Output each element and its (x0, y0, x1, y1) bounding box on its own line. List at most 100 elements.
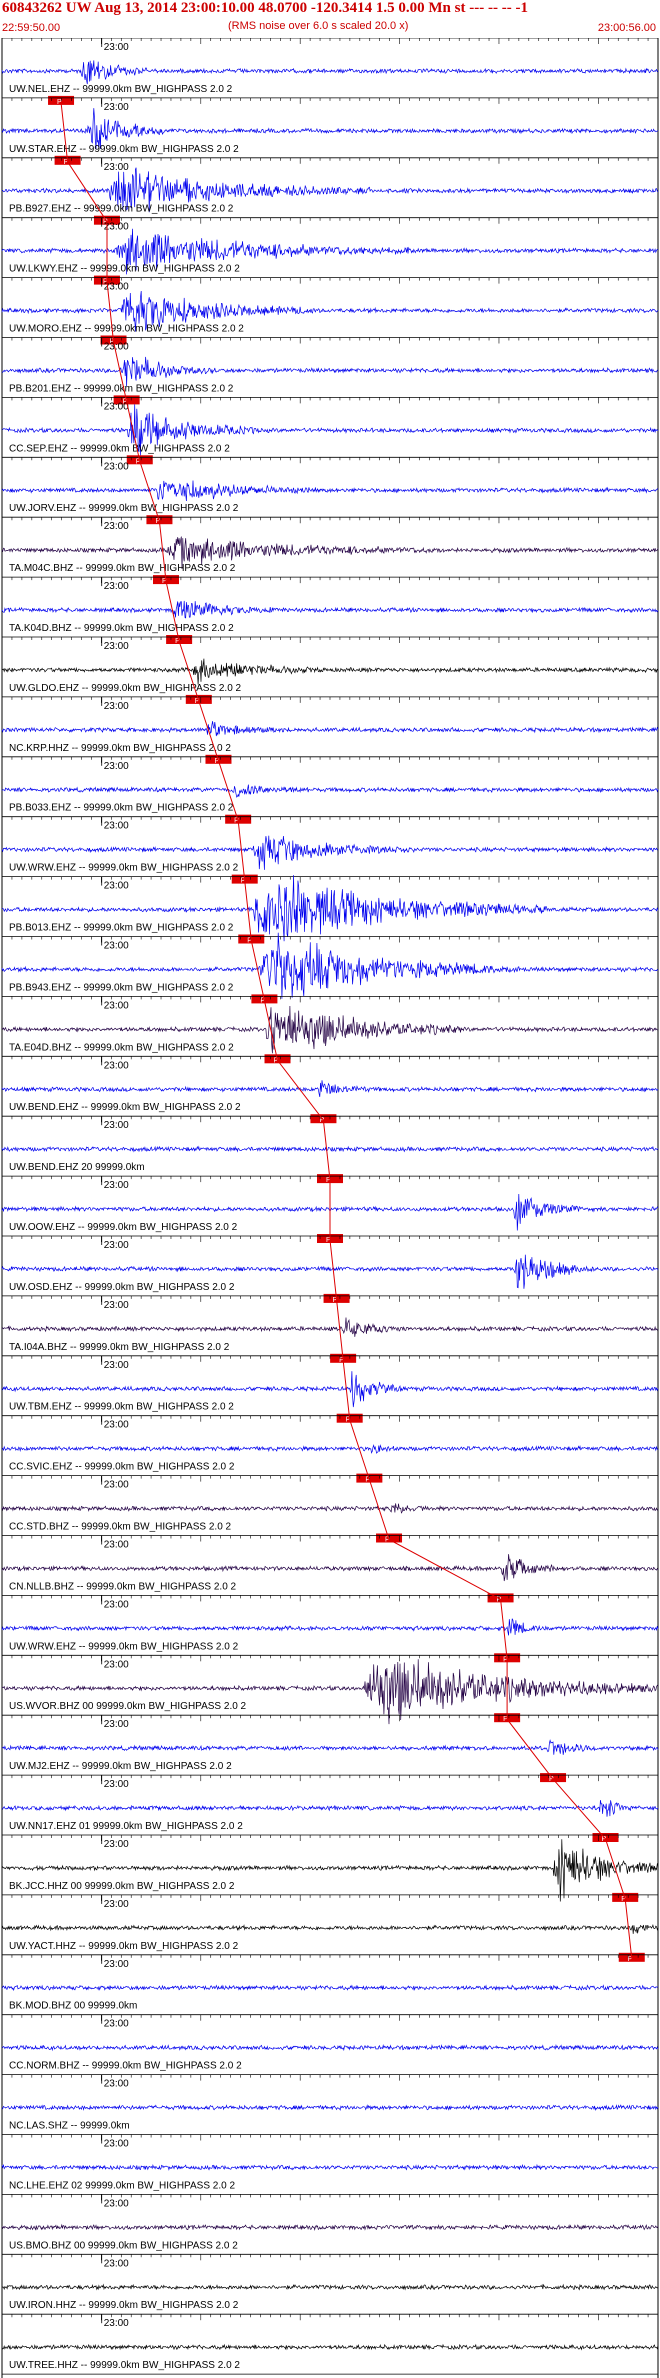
station-label: UW.YACT.HHZ -- 99999.0km BW_HIGHPASS 2.0… (9, 1941, 239, 1952)
start-time: 22:59:50.00 (2, 22, 61, 34)
waveform-trace (1, 2104, 659, 2111)
minute-label: 23:00 (104, 2019, 129, 2030)
station-label: BK.JCC.HHZ 00 99999.0km BW_HIGHPASS 2.0 … (9, 1881, 235, 1892)
minute-label: 23:00 (104, 461, 129, 472)
minute-label: 23:00 (104, 1540, 129, 1551)
minute-label: 23:00 (104, 1839, 129, 1850)
waveform-trace (1, 480, 659, 502)
station-label: NC.KRP.HHZ -- 99999.0km BW_HIGHPASS 2.0 … (9, 743, 231, 754)
minute-label: 23:00 (104, 1480, 129, 1491)
minute-label: 23:00 (104, 1000, 129, 1011)
station-label: UW.MJ2.EHZ -- 99999.0km BW_HIGHPASS 2.0 … (9, 1761, 232, 1772)
station-label: US.BMO.BHZ 00 99999.0km BW_HIGHPASS 2.0 … (9, 2240, 238, 2251)
station-label: PB.B013.EHZ -- 99999.0km BW_HIGHPASS 2.0… (9, 923, 234, 934)
minute-label: 23:00 (104, 1240, 129, 1251)
minute-label: 23:00 (104, 1300, 129, 1311)
station-label: CC.NORM.BHZ -- 99999.0km BW_HIGHPASS 2.0… (9, 2061, 242, 2072)
minute-label: 23:00 (104, 941, 129, 952)
waveform-trace (1, 1800, 659, 1817)
station-label: CN.NLLB.BHZ -- 99999.0km BW_HIGHPASS 2.0… (9, 1581, 237, 1592)
minute-label: 23:00 (104, 1599, 129, 1610)
minute-label: 23:00 (104, 881, 129, 892)
station-label: UW.LKWY.EHZ -- 99999.0km BW_HIGHPASS 2.0… (9, 264, 240, 275)
minute-label: 23:00 (104, 2318, 129, 2329)
waveform-trace (1, 721, 659, 737)
station-label: TA.M04C.BHZ -- 99999.0km BW_HIGHPASS 2.0… (9, 563, 236, 574)
minute-label: 23:00 (104, 521, 129, 532)
minute-label: 23:00 (104, 1719, 129, 1730)
minute-label: 23:00 (104, 222, 129, 233)
minute-label: 23:00 (104, 2198, 129, 2209)
waveform-trace (1, 784, 659, 798)
station-label: UW.IRON.HHZ -- 99999.0km BW_HIGHPASS 2.0… (9, 2300, 239, 2311)
station-label: UW.MORO.EHZ -- 99999.0km BW_HIGHPASS 2.0… (9, 324, 244, 335)
minute-label: 23:00 (104, 2079, 129, 2090)
waveform-trace (1, 1659, 659, 1725)
minute-label: 23:00 (104, 1779, 129, 1790)
station-label: UW.NN17.EHZ 01 99999.0km BW_HIGHPASS 2.0… (9, 1821, 243, 1832)
station-label: PB.B201.EHZ -- 99999.0km BW_HIGHPASS 2.0… (9, 383, 234, 394)
station-label: UW.NEL.EHZ -- 99999.0km BW_HIGHPASS 2.0 … (9, 84, 233, 95)
minute-label: 23:00 (104, 1959, 129, 1970)
waveform-trace (1, 1444, 659, 1454)
station-label: UW.WRW.EHZ -- 99999.0km BW_HIGHPASS 2.0 … (9, 863, 239, 874)
minute-label: 23:00 (104, 342, 129, 353)
waveform-trace (1, 600, 659, 619)
station-label: US.WVOR.BHZ 00 99999.0km BW_HIGHPASS 2.0… (9, 1701, 247, 1712)
minute-label: 23:00 (104, 1360, 129, 1371)
minute-label: 23:00 (104, 761, 129, 772)
station-label: TA.I04A.BHZ -- 99999.0km BW_HIGHPASS 2.0… (9, 1342, 230, 1353)
station-label: TA.E04D.BHZ -- 99999.0km BW_HIGHPASS 2.0… (9, 1042, 234, 1053)
minute-label: 23:00 (104, 641, 129, 652)
station-label: UW.GLDO.EHZ -- 99999.0km BW_HIGHPASS 2.0… (9, 683, 242, 694)
station-label: PB.B033.EHZ -- 99999.0km BW_HIGHPASS 2.0… (9, 803, 234, 814)
waveform-trace (1, 2163, 659, 2171)
station-label: PB.B927.EHZ -- 99999.0km BW_HIGHPASS 2.0… (9, 204, 234, 215)
waveform-trace (1, 2044, 659, 2052)
waveform-trace (1, 1145, 659, 1153)
station-label: UW.JORV.EHZ -- 99999.0km BW_HIGHPASS 2.0… (9, 503, 239, 514)
minute-label: 23:00 (104, 1420, 129, 1431)
station-label: UW.OSD.EHZ -- 99999.0km BW_HIGHPASS 2.0 … (9, 1282, 235, 1293)
station-label: CC.STD.BHZ -- 99999.0km BW_HIGHPASS 2.0 … (9, 1522, 232, 1533)
minute-label: 23:00 (104, 1060, 129, 1071)
waveform-trace (1, 1618, 659, 1636)
station-label: BK.MOD.BHZ 00 99999.0km (9, 2001, 137, 2012)
waveform-trace (1, 2343, 659, 2351)
minute-label: 23:00 (104, 102, 129, 113)
station-label: NC.LAS.SHZ -- 99999.0km (9, 2121, 130, 2132)
waveform-trace (1, 356, 659, 387)
station-label: UW.TREE.HHZ -- 99999.0km BW_HIGHPASS 2.0… (9, 2360, 240, 2371)
station-label: CC.SEP.EHZ -- 99999.0km BW_HIGHPASS 2.0 … (9, 443, 230, 454)
waveform-trace (1, 658, 659, 685)
waveform-trace (1, 1839, 659, 1902)
minute-label: 23:00 (104, 581, 129, 592)
plot-header: 60843262 UW Aug 13, 2014 23:00:10.00 48.… (0, 0, 660, 38)
minute-label: 23:00 (104, 1899, 129, 1910)
waveform-trace (1, 1080, 659, 1097)
station-label: NC.LHE.EHZ 02 99999.0km BW_HIGHPASS 2.0 … (9, 2180, 235, 2191)
rms-subtitle: (RMS noise over 6.0 s scaled 20.0 x) (228, 20, 409, 32)
station-label: CC.SVIC.EHZ -- 99999.0km BW_HIGHPASS 2.0… (9, 1462, 235, 1473)
minute-label: 23:00 (104, 162, 129, 173)
waveform-trace (1, 1984, 659, 1992)
seismogram-plot: 23:00 UW.NEL.EHZ -- 99999.0km BW_HIGHPASS… (1, 38, 659, 2378)
minute-label: 23:00 (104, 401, 129, 412)
station-label: PB.B943.EHZ -- 99999.0km BW_HIGHPASS 2.0… (9, 982, 234, 993)
station-label: UW.BEND.EHZ 20 99999.0km (9, 1162, 145, 1173)
station-label: UW.WRW.EHZ -- 99999.0km BW_HIGHPASS 2.0 … (9, 1641, 239, 1652)
minute-label: 23:00 (104, 701, 129, 712)
minute-label: 23:00 (104, 1120, 129, 1131)
station-label: UW.OOW.EHZ -- 99999.0km BW_HIGHPASS 2.0 … (9, 1222, 238, 1233)
station-label: UW.BEND.EHZ -- 99999.0km BW_HIGHPASS 2.0… (9, 1102, 241, 1113)
waveform-trace (1, 1317, 659, 1337)
minute-label: 23:00 (104, 821, 129, 832)
minute-label: 23:00 (104, 2258, 129, 2269)
station-label: UW.STAR.EHZ -- 99999.0km BW_HIGHPASS 2.0… (9, 144, 239, 155)
waveform-trace (1, 1924, 659, 1934)
waveform-trace (1, 2283, 659, 2291)
waveform-trace (1, 1739, 659, 1755)
end-time: 23:00:56.00 (597, 22, 656, 34)
event-title: 60843262 UW Aug 13, 2014 23:00:10.00 48.… (2, 0, 528, 16)
minute-label: 23:00 (104, 2139, 129, 2150)
